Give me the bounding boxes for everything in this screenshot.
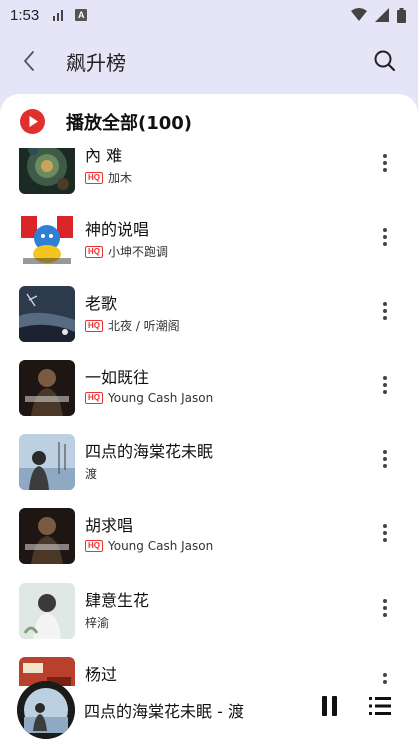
song-meta: HQ 小坤不跑调 xyxy=(85,243,168,260)
search-icon[interactable] xyxy=(372,48,398,74)
album-cover xyxy=(19,434,75,490)
song-title: 杨过 xyxy=(85,665,118,684)
more-options-icon[interactable] xyxy=(379,450,391,472)
song-artist: Young Cash Jason xyxy=(108,539,214,553)
more-options-icon[interactable] xyxy=(379,376,391,398)
battery-icon xyxy=(397,7,406,23)
top-app-bar: 飙升榜 xyxy=(0,30,418,92)
song-artist: 小坤不跑调 xyxy=(108,245,169,259)
album-cover xyxy=(19,508,75,564)
more-options-icon[interactable] xyxy=(379,599,391,621)
mini-player[interactable]: 四点的海棠花未眠 - 渡 xyxy=(0,681,418,744)
song-artist: 加木 xyxy=(108,171,133,185)
page-title: 飙升榜 xyxy=(66,51,126,75)
more-options-icon[interactable] xyxy=(379,524,391,546)
album-cover xyxy=(19,583,75,639)
play-circle-icon[interactable] xyxy=(20,109,45,134)
song-title: 肆意生花 xyxy=(85,591,150,610)
album-cover xyxy=(19,360,75,416)
pause-icon[interactable] xyxy=(322,696,338,716)
hq-badge: HQ xyxy=(85,540,103,552)
back-arrow-icon[interactable] xyxy=(18,49,42,73)
album-cover xyxy=(19,286,75,342)
play-all-label[interactable]: 播放全部(100) xyxy=(66,109,192,135)
signal-bars-icon xyxy=(53,9,64,21)
more-options-icon[interactable] xyxy=(379,302,391,324)
play-all-bar[interactable]: 播放全部(100) xyxy=(0,94,418,148)
chart-panel: 內 难 HQ 加木 神的说唱 HQ 小坤不跑调 老歌 HQ 北夜 / 听潮阁 一… xyxy=(0,94,418,694)
now-playing-text[interactable]: 四点的海棠花未眠 - 渡 xyxy=(84,698,244,722)
song-row[interactable]: 四点的海棠花未眠 渡 xyxy=(0,434,418,508)
more-options-icon[interactable] xyxy=(379,154,391,176)
song-artist: 北夜 / 听潮阁 xyxy=(108,319,180,333)
song-row[interactable]: 神的说唱 HQ 小坤不跑调 xyxy=(0,212,418,286)
now-playing-cover[interactable] xyxy=(17,681,75,739)
song-artist: Young Cash Jason xyxy=(108,391,214,405)
song-title: 一如既往 xyxy=(85,368,150,387)
hq-badge: HQ xyxy=(85,392,103,404)
cell-signal-icon xyxy=(375,8,389,22)
song-row[interactable]: 胡求唱 HQ Young Cash Jason xyxy=(0,508,418,582)
song-artist: 梓渝 xyxy=(85,616,110,630)
song-meta: 梓渝 xyxy=(85,614,109,631)
song-title: 老歌 xyxy=(85,294,118,313)
song-list[interactable]: 內 难 HQ 加木 神的说唱 HQ 小坤不跑调 老歌 HQ 北夜 / 听潮阁 一… xyxy=(0,94,418,694)
song-row[interactable]: 老歌 HQ 北夜 / 听潮阁 xyxy=(0,286,418,360)
status-time: 1:53 xyxy=(10,6,40,24)
more-options-icon[interactable] xyxy=(379,228,391,250)
wifi-icon xyxy=(351,8,367,21)
song-meta: HQ 北夜 / 听潮阁 xyxy=(85,317,180,334)
playlist-queue-icon[interactable] xyxy=(369,696,391,716)
song-row[interactable]: 內 难 HQ 加木 xyxy=(0,138,418,212)
album-cover xyxy=(19,212,75,268)
song-row[interactable]: 一如既往 HQ Young Cash Jason xyxy=(0,360,418,434)
keyboard-a-icon: A xyxy=(75,9,88,21)
song-row[interactable]: 肆意生花 梓渝 xyxy=(0,583,418,657)
song-meta: HQ Young Cash Jason xyxy=(85,391,213,405)
status-bar: 1:53 A xyxy=(0,0,418,30)
song-title: 神的说唱 xyxy=(85,220,150,239)
song-meta: 渡 xyxy=(85,465,97,482)
hq-badge: HQ xyxy=(85,171,103,184)
song-title: 胡求唱 xyxy=(85,516,134,535)
song-artist: 渡 xyxy=(85,467,98,481)
hq-badge: HQ xyxy=(85,319,103,332)
song-meta: HQ Young Cash Jason xyxy=(85,539,213,553)
song-meta: HQ 加木 xyxy=(85,169,132,186)
hq-badge: HQ xyxy=(85,245,103,258)
song-title: 四点的海棠花未眠 xyxy=(85,442,214,461)
